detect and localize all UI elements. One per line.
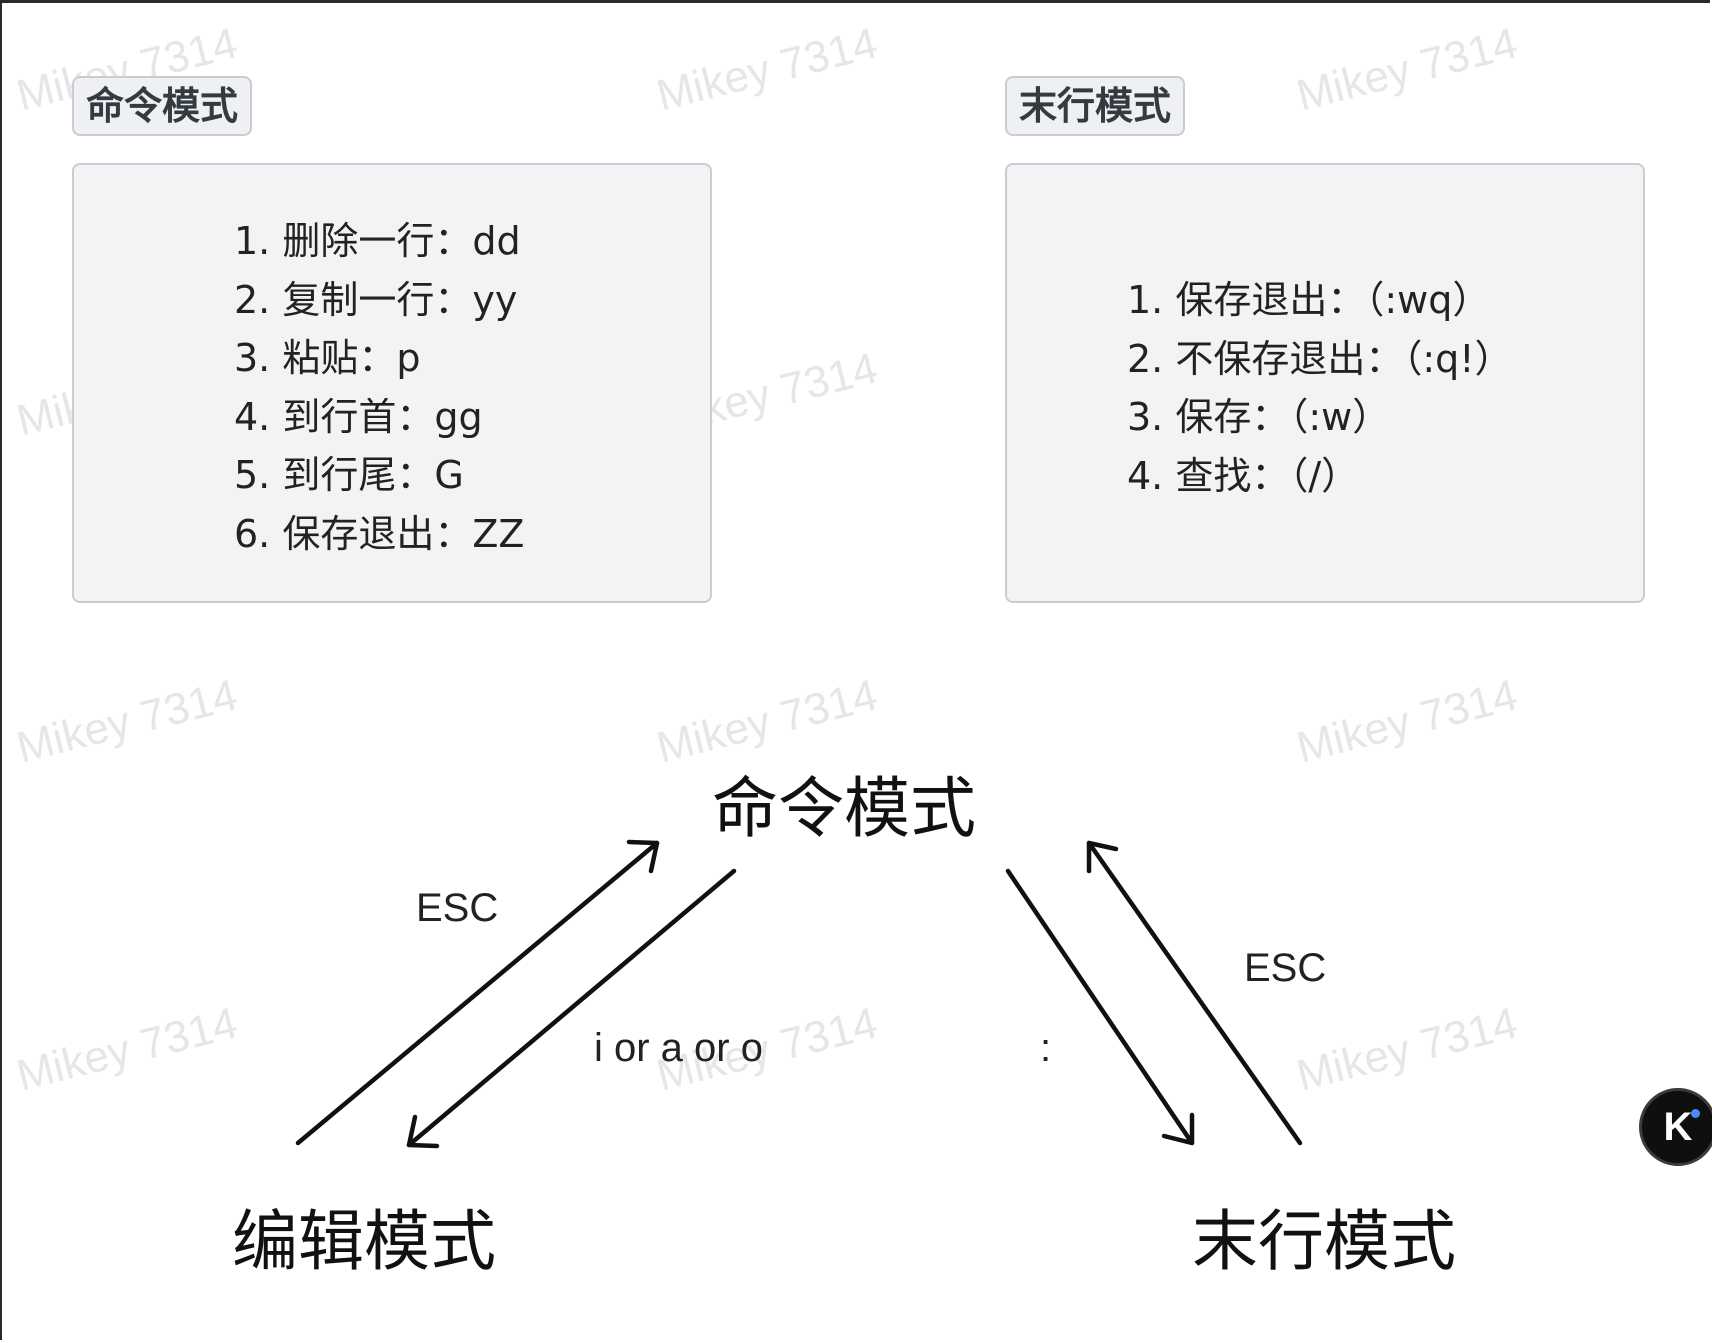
transition-arrows — [295, 839, 1303, 1149]
node-edit-mode: 编辑模式 — [232, 1203, 496, 1280]
arrow-command-to-lastline — [1005, 868, 1195, 1146]
arrow-lastline-to-command — [1086, 840, 1303, 1146]
notification-dot-icon — [1691, 1109, 1700, 1118]
edge-label-colon: : — [1040, 1026, 1052, 1070]
diagram-canvas: Mikey 7314 Mikey 7314 Mikey 7314 Mikey 7… — [0, 0, 1712, 1340]
k-logo-icon: K — [1663, 1105, 1693, 1149]
node-lastline-mode: 末行模式 — [1192, 1203, 1456, 1280]
node-command-mode: 命令模式 — [712, 770, 976, 847]
edge-label-insert-keys: i or a or o — [594, 1026, 763, 1070]
edge-label-esc-left: ESC — [416, 886, 499, 930]
app-badge[interactable]: K — [1639, 1088, 1712, 1166]
edge-label-esc-right: ESC — [1244, 946, 1327, 990]
